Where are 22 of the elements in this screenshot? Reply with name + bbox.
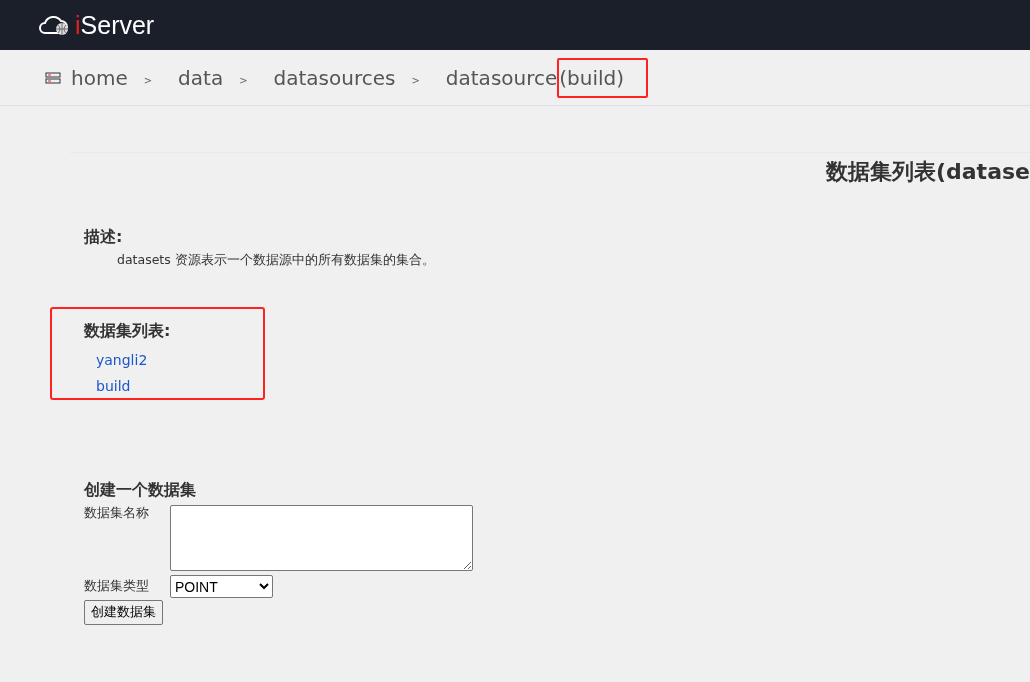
create-button[interactable]: 创建数据集 <box>84 600 163 625</box>
breadcrumb-link[interactable]: home <box>71 65 128 90</box>
section-heading: 创建一个数据集 <box>84 480 197 501</box>
breadcrumb-link[interactable]: datasource(build) <box>445 57 649 98</box>
section-heading: 描述: <box>84 227 124 248</box>
logo-text: iServer <box>75 10 155 40</box>
field-label: 数据集类型 <box>84 578 150 595</box>
dataset-link[interactable]: build <box>96 378 131 394</box>
cloud-globe-icon <box>37 13 71 37</box>
page-title: 数据集列表(datase <box>825 158 1030 186</box>
breadcrumb-separator: > <box>239 75 248 86</box>
dataset-link[interactable]: yangli2 <box>96 352 148 368</box>
description-text: datasets 资源表示一个数据源中的所有数据集的集合。 <box>117 252 436 269</box>
name-input-field[interactable] <box>170 505 473 571</box>
server-icon <box>45 71 61 84</box>
type-dropdown[interactable]: POINT <box>170 575 273 598</box>
section-heading: 数据集列表: <box>84 321 172 342</box>
field-label: 数据集名称 <box>84 505 150 522</box>
breadcrumb-link[interactable]: data <box>178 65 224 90</box>
breadcrumb-link[interactable]: datasources <box>273 65 396 90</box>
breadcrumb-separator: > <box>143 75 153 86</box>
breadcrumb-separator: > <box>411 75 420 86</box>
